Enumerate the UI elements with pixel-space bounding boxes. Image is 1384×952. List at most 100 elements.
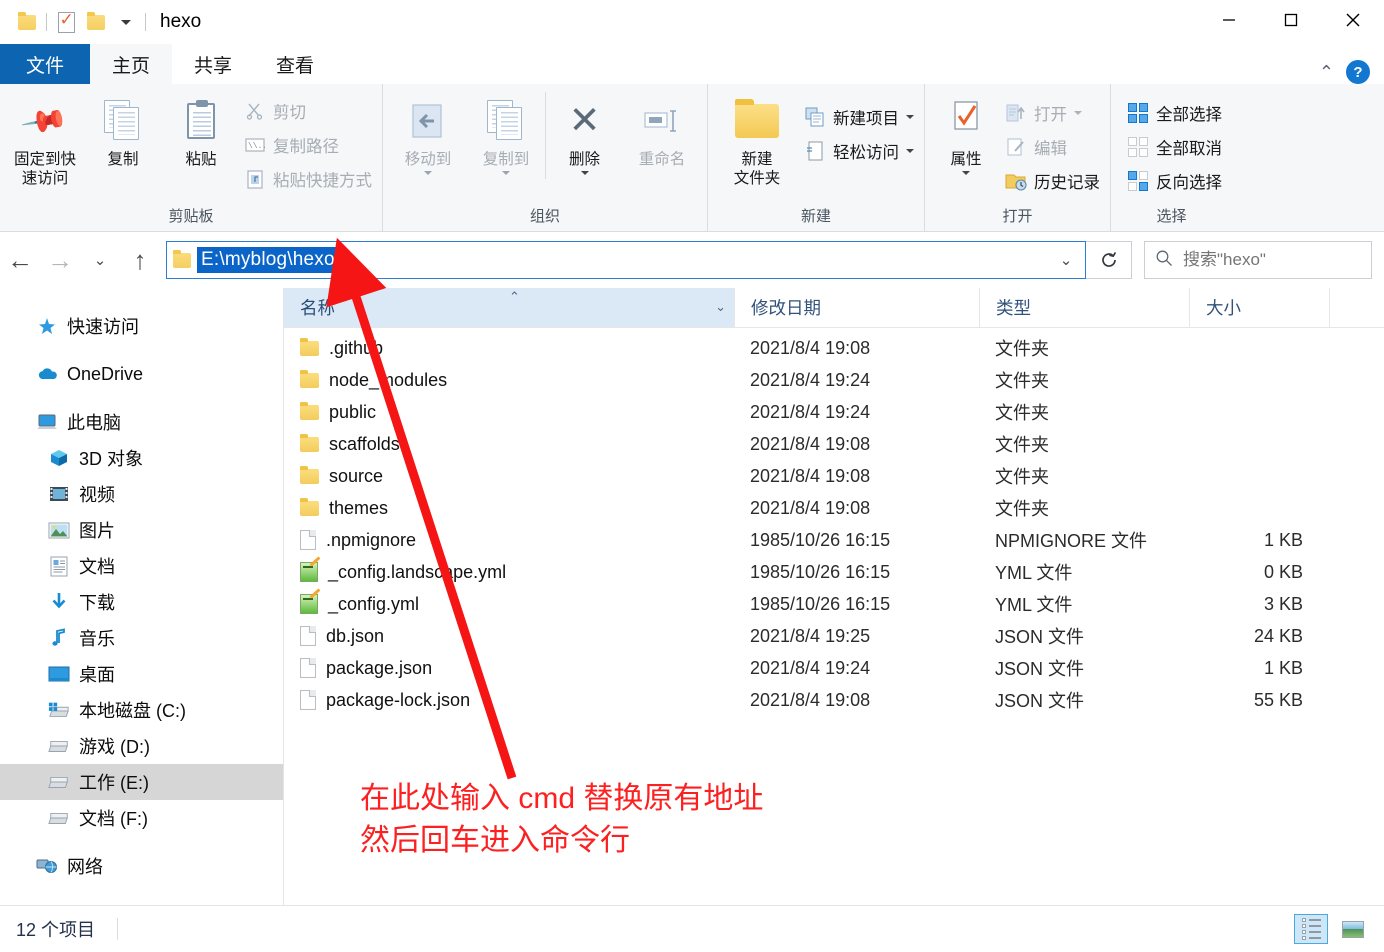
file-name-cell: scaffolds <box>284 433 734 455</box>
file-name-label: .github <box>329 337 384 358</box>
new-folder-button[interactable]: 新建 文件夹 <box>714 92 800 192</box>
table-row[interactable]: source 2021/8/4 19:08 文件夹 <box>284 460 1384 492</box>
sidebar-item-quick-access[interactable]: 快速访问 <box>0 308 283 344</box>
edit-button[interactable]: 编辑 <box>1001 132 1104 162</box>
move-to-chevron-down-icon[interactable] <box>424 171 432 175</box>
table-row[interactable]: .github 2021/8/4 19:08 文件夹 <box>284 332 1384 364</box>
details-view-button[interactable] <box>1294 914 1328 944</box>
sidebar-item-3d-objects[interactable]: 3D 对象 <box>0 440 283 476</box>
history-button[interactable]: 历史记录 <box>1001 166 1104 196</box>
delete-button[interactable]: ✕ 删除 <box>545 92 623 179</box>
properties-chevron-down-icon[interactable] <box>962 171 970 175</box>
qat-properties-check-icon[interactable] <box>51 7 81 37</box>
file-name-label: source <box>329 465 384 486</box>
invert-selection-label: 反向选择 <box>1156 174 1222 192</box>
forward-button[interactable]: → <box>40 242 80 278</box>
file-rows: .github 2021/8/4 19:08 文件夹 node_modules 2021… <box>284 328 1384 716</box>
invert-selection-button[interactable]: 反向选择 <box>1123 166 1226 196</box>
column-header-type[interactable]: 类型 <box>979 288 1189 327</box>
table-row[interactable]: db.json 2021/8/4 19:25 JSON 文件 24 KB <box>284 620 1384 652</box>
select-none-button[interactable]: 全部取消 <box>1123 132 1226 162</box>
address-input[interactable]: E:\myblog\hexo ⌄ <box>166 241 1086 279</box>
table-row[interactable]: public 2021/8/4 19:24 文件夹 <box>284 396 1384 428</box>
sidebar-item-drive-f[interactable]: 文档 (F:) <box>0 800 283 836</box>
sidebar-item-downloads[interactable]: 下载 <box>0 584 283 620</box>
column-filter-chevron-down-icon[interactable]: ⌄ <box>715 299 726 315</box>
collapse-ribbon-icon[interactable]: ⌃ <box>1319 62 1334 83</box>
back-button[interactable]: ← <box>0 242 40 278</box>
copy-path-label: 复制路径 <box>273 138 339 156</box>
sidebar-item-network[interactable]: 网络 <box>0 848 283 884</box>
copy-icon <box>104 96 142 146</box>
new-item-chevron-down-icon[interactable] <box>906 115 914 119</box>
properties-button[interactable]: 属性 <box>931 92 1001 179</box>
tab-file[interactable]: 文件 <box>0 44 91 84</box>
tab-home[interactable]: 主页 <box>90 44 173 84</box>
recent-locations-button[interactable]: ⌄ <box>80 242 120 278</box>
table-row[interactable]: node_modules 2021/8/4 19:24 文件夹 <box>284 364 1384 396</box>
qat-folder-icon[interactable] <box>12 7 42 37</box>
open-chevron-down-icon[interactable] <box>1074 111 1082 115</box>
sidebar-item-onedrive[interactable]: OneDrive <box>0 356 283 392</box>
column-header-name[interactable]: 名称 ⌃ ⌄ <box>284 288 734 327</box>
sidebar-item-drive-e[interactable]: 工作 (E:) <box>0 764 283 800</box>
copy-path-button[interactable]: \\.. 复制路径 <box>240 130 376 160</box>
table-row[interactable]: package.json 2021/8/4 19:24 JSON 文件 1 KB <box>284 652 1384 684</box>
easy-access-button[interactable]: 轻松访问 <box>800 136 918 166</box>
open-button[interactable]: 打开 <box>1001 98 1104 128</box>
table-row[interactable]: scaffolds 2021/8/4 19:08 文件夹 <box>284 428 1384 460</box>
pin-to-quick-access-button[interactable]: 📌 固定到快 速访问 <box>6 92 84 192</box>
table-row[interactable]: .npmignore 1985/10/26 16:15 NPMIGNORE 文件 1 … <box>284 524 1384 556</box>
qat-new-folder-icon[interactable] <box>81 7 111 37</box>
easy-access-chevron-down-icon[interactable] <box>906 149 914 153</box>
rename-button[interactable]: 重命名 <box>623 92 701 173</box>
copy-button[interactable]: 复制 <box>84 92 162 173</box>
file-name-label: _config.landscape.yml <box>328 561 507 582</box>
tab-share[interactable]: 共享 <box>172 44 254 84</box>
file-type-cell: 文件夹 <box>995 499 1049 519</box>
table-row[interactable]: themes 2021/8/4 19:08 文件夹 <box>284 492 1384 524</box>
delete-chevron-down-icon[interactable] <box>580 171 589 175</box>
file-type-cell: YML 文件 <box>995 563 1073 583</box>
sidebar-item-pictures[interactable]: 图片 <box>0 512 283 548</box>
table-row[interactable]: _config.landscape.yml 1985/10/26 16:15 YML… <box>284 556 1384 588</box>
cut-button[interactable]: 剪切 <box>240 96 376 126</box>
up-button[interactable]: ↑ <box>120 242 160 278</box>
sidebar-item-music[interactable]: 音乐 <box>0 620 283 656</box>
qat-chevron-down-icon[interactable] <box>111 7 141 37</box>
minimize-icon[interactable] <box>1198 0 1260 40</box>
sidebar-item-this-pc[interactable]: 此电脑 <box>0 404 283 440</box>
search-input[interactable] <box>1183 250 1353 270</box>
paste-shortcut-button[interactable]: 粘贴快捷方式 <box>240 164 376 194</box>
copy-to-button[interactable]: 复制到 <box>467 92 545 179</box>
paste-button[interactable]: 粘贴 <box>162 92 240 173</box>
column-header-size[interactable]: 大小 <box>1189 288 1329 327</box>
maximize-icon[interactable] <box>1260 0 1322 40</box>
column-header-type-label: 类型 <box>996 298 1031 318</box>
sidebar-item-desktop[interactable]: 桌面 <box>0 656 283 692</box>
address-path-text[interactable]: E:\myblog\hexo <box>197 247 339 273</box>
new-item-button[interactable]: 新建项目 <box>800 102 918 132</box>
refresh-button[interactable] <box>1086 241 1132 279</box>
star-pin-icon <box>36 315 58 337</box>
sidebar-item-videos[interactable]: 视频 <box>0 476 283 512</box>
help-button[interactable]: ? <box>1346 60 1370 84</box>
copy-to-chevron-down-icon[interactable] <box>502 171 510 175</box>
column-header-date[interactable]: 修改日期 <box>734 288 979 327</box>
close-icon[interactable] <box>1322 0 1384 40</box>
sidebar-item-drive-d[interactable]: 游戏 (D:) <box>0 728 283 764</box>
select-all-button[interactable]: 全部选择 <box>1123 98 1226 128</box>
sidebar-item-documents[interactable]: 文档 <box>0 548 283 584</box>
table-row[interactable]: _config.yml 1985/10/26 16:15 YML 文件 3 KB <box>284 588 1384 620</box>
move-to-button[interactable]: 移动到 <box>389 92 467 179</box>
table-row[interactable]: package-lock.json 2021/8/4 19:08 JSON 文件 55… <box>284 684 1384 716</box>
large-icons-view-button[interactable] <box>1336 914 1370 944</box>
address-chevron-down-icon[interactable]: ⌄ <box>1047 242 1085 278</box>
navigation-pane[interactable]: 快速访问 OneDrive 此电脑 3D 对象 视频 图片 文档 下载 音乐 桌… <box>0 288 284 905</box>
ribbon-tab-bar: 文件 主页 共享 查看 ⌃ ? <box>0 44 1384 84</box>
address-bar-row: ← → ⌄ ↑ E:\myblog\hexo ⌄ <box>0 232 1384 288</box>
search-box[interactable] <box>1144 241 1372 279</box>
sidebar-item-local-disk-c[interactable]: 本地磁盘 (C:) <box>0 692 283 728</box>
tab-view[interactable]: 查看 <box>254 44 336 84</box>
ribbon-group-select: 全部选择 全部取消 反向选择 选择 <box>1110 84 1232 232</box>
